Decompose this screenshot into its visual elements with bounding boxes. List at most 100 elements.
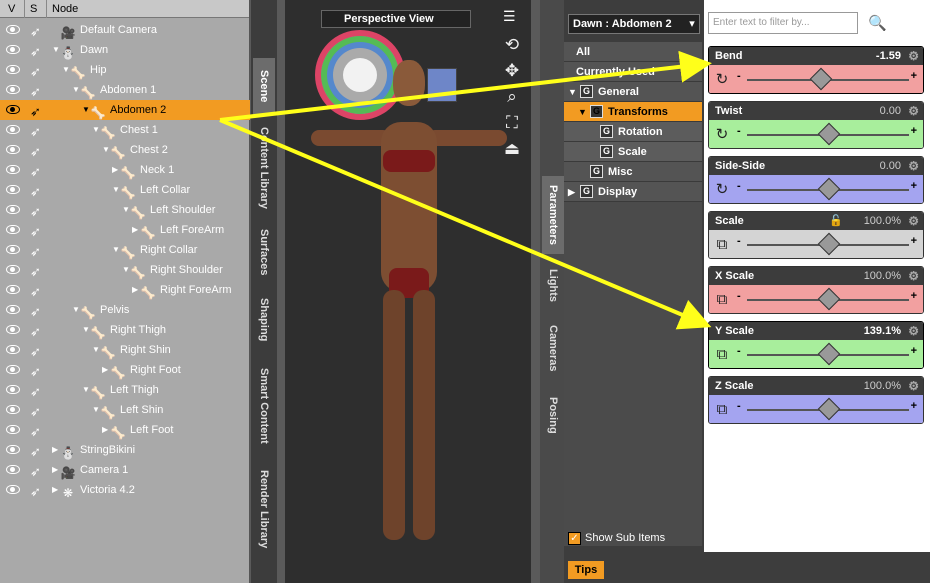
- scene-node-row[interactable]: ➶ ▶ 🦴 Neck 1: [0, 160, 250, 180]
- slider-knob[interactable]: [817, 342, 841, 366]
- eye-icon[interactable]: [6, 65, 20, 74]
- view-selector[interactable]: Perspective View: [321, 10, 471, 28]
- eye-icon[interactable]: [6, 365, 20, 374]
- parameter-slider[interactable]: X Scale 100.0% ⚙ ⧉ - +: [708, 266, 924, 314]
- gear-icon[interactable]: ⚙: [908, 267, 919, 285]
- scene-node-row[interactable]: ➶ ▶ 🦴 Left ForeArm: [0, 220, 250, 240]
- gear-icon[interactable]: ⚙: [908, 102, 919, 120]
- scene-node-row[interactable]: ➶ ▼ 🦴 Pelvis: [0, 300, 250, 320]
- select-cursor-icon[interactable]: ➶: [30, 262, 41, 282]
- expand-right-icon[interactable]: ▶: [52, 480, 58, 500]
- select-cursor-icon[interactable]: ➶: [30, 282, 41, 302]
- property-group-item[interactable]: Currently Used: [564, 62, 702, 82]
- expand-right-icon[interactable]: ▶: [52, 440, 58, 460]
- expand-toggle-icon[interactable]: ▼: [578, 102, 587, 122]
- lock-open-icon[interactable]: 🔓: [829, 212, 843, 230]
- search-icon[interactable]: 🔍: [868, 14, 887, 32]
- eye-icon[interactable]: [6, 325, 20, 334]
- scene-node-row[interactable]: ➶ ▶ 🎥 Camera 1: [0, 460, 250, 480]
- select-cursor-icon[interactable]: ➶: [30, 302, 41, 322]
- expand-down-icon[interactable]: ▼: [92, 400, 100, 420]
- eye-icon[interactable]: [6, 25, 20, 34]
- expand-down-icon[interactable]: ▼: [112, 240, 120, 260]
- decrement-button[interactable]: -: [737, 70, 741, 82]
- expand-toggle-icon[interactable]: ▶: [568, 182, 575, 202]
- select-cursor-icon[interactable]: ➶: [30, 202, 41, 222]
- scene-node-row[interactable]: ➶ ▶ 🦴 Left Foot: [0, 420, 250, 440]
- slider-body[interactable]: ⧉ - +: [709, 395, 923, 423]
- expand-right-icon[interactable]: ▶: [102, 420, 108, 440]
- expand-down-icon[interactable]: ▼: [52, 40, 60, 60]
- parameter-value[interactable]: -1.59: [876, 47, 901, 65]
- expand-right-icon[interactable]: ▶: [102, 360, 108, 380]
- expand-toggle-icon[interactable]: ▼: [568, 82, 577, 102]
- increment-button[interactable]: +: [911, 125, 917, 137]
- decrement-button[interactable]: -: [737, 400, 741, 412]
- scene-node-row[interactable]: ➶ ▼ 🦴 Left Shin: [0, 400, 250, 420]
- expand-down-icon[interactable]: ▼: [82, 100, 90, 120]
- parameter-slider[interactable]: Z Scale 100.0% ⚙ ⧉ - +: [708, 376, 924, 424]
- pan-icon[interactable]: ✥: [501, 60, 523, 82]
- gear-icon[interactable]: ⚙: [908, 47, 919, 65]
- eye-icon[interactable]: [6, 85, 20, 94]
- expand-right-icon[interactable]: ▶: [52, 460, 58, 480]
- expand-down-icon[interactable]: ▼: [82, 320, 90, 340]
- increment-button[interactable]: +: [911, 400, 917, 412]
- slider-body[interactable]: ⧉ - +: [709, 230, 923, 258]
- parameter-slider[interactable]: Bend -1.59 ⚙ ↻ - +: [708, 46, 924, 94]
- eye-icon[interactable]: [6, 465, 20, 474]
- scene-node-row[interactable]: ➶ ▼ 🦴 Chest 1: [0, 120, 250, 140]
- decrement-button[interactable]: -: [737, 345, 741, 357]
- property-group-item[interactable]: All: [564, 42, 702, 62]
- orbit-icon[interactable]: ⟲: [501, 34, 523, 56]
- column-selectable[interactable]: S: [30, 3, 37, 15]
- eye-icon[interactable]: [6, 445, 20, 454]
- decrement-button[interactable]: -: [737, 180, 741, 192]
- parameter-value[interactable]: 100.0%: [864, 212, 901, 230]
- select-cursor-icon[interactable]: ➶: [30, 322, 41, 342]
- parameter-slider[interactable]: Side-Side 0.00 ⚙ ↻ - +: [708, 156, 924, 204]
- expand-down-icon[interactable]: ▼: [122, 200, 130, 220]
- select-cursor-icon[interactable]: ➶: [30, 442, 41, 462]
- eye-icon[interactable]: [6, 45, 20, 54]
- select-cursor-icon[interactable]: ➶: [30, 422, 41, 442]
- slider-body[interactable]: ↻ - +: [709, 175, 923, 203]
- eye-icon[interactable]: [6, 105, 20, 114]
- gear-icon[interactable]: ⚙: [908, 322, 919, 340]
- select-cursor-icon[interactable]: ➶: [30, 342, 41, 362]
- expand-right-icon[interactable]: ▶: [132, 280, 138, 300]
- property-group-item[interactable]: G Rotation: [564, 122, 702, 142]
- scene-node-row[interactable]: ➶ ▶ ❋ Victoria 4.2: [0, 480, 250, 500]
- scene-node-row[interactable]: ➶ ▼ 🦴 Left Shoulder: [0, 200, 250, 220]
- property-group-item[interactable]: ▼ G General: [564, 82, 702, 102]
- increment-button[interactable]: +: [911, 180, 917, 192]
- select-cursor-icon[interactable]: ➶: [30, 222, 41, 242]
- scene-node-row[interactable]: ➶ ▼ 🦴 Left Collar: [0, 180, 250, 200]
- slider-body[interactable]: ↻ - +: [709, 120, 923, 148]
- scene-node-row[interactable]: ➶ ▼ 🦴 Right Collar: [0, 240, 250, 260]
- expand-down-icon[interactable]: ▼: [122, 260, 130, 280]
- scene-node-row[interactable]: ➶ ▼ ⛄ Dawn: [0, 40, 250, 60]
- gear-icon[interactable]: ⚙: [908, 212, 919, 230]
- tips-button[interactable]: Tips: [568, 561, 604, 579]
- eye-icon[interactable]: [6, 125, 20, 134]
- tab-smart-content[interactable]: Smart Content: [253, 362, 275, 450]
- tab-posing[interactable]: Posing: [542, 390, 564, 440]
- figure-render[interactable]: [311, 40, 507, 560]
- select-cursor-icon[interactable]: ➶: [30, 82, 41, 102]
- expand-down-icon[interactable]: ▼: [92, 120, 100, 140]
- expand-down-icon[interactable]: ▼: [72, 300, 80, 320]
- scene-node-row[interactable]: ➶ ▶ ⛄ StringBikini: [0, 440, 250, 460]
- expand-down-icon[interactable]: ▼: [92, 340, 100, 360]
- parameter-value[interactable]: 100.0%: [864, 377, 901, 395]
- eye-icon[interactable]: [6, 425, 20, 434]
- scene-node-row[interactable]: ➶ ▼ 🦴 Chest 2: [0, 140, 250, 160]
- scene-node-row[interactable]: ➶ 🎥 Default Camera: [0, 20, 250, 40]
- frame-icon[interactable]: ⛶: [501, 112, 523, 134]
- tab-scene[interactable]: Scene: [253, 58, 275, 114]
- slider-body[interactable]: ⧉ - +: [709, 285, 923, 313]
- show-sub-items-checkbox[interactable]: ✓ Show Sub Items: [568, 530, 665, 546]
- slider-knob[interactable]: [817, 232, 841, 256]
- property-group-item[interactable]: ▶ G Display: [564, 182, 702, 202]
- scene-node-row[interactable]: ➶ ▼ 🦴 Right Shoulder: [0, 260, 250, 280]
